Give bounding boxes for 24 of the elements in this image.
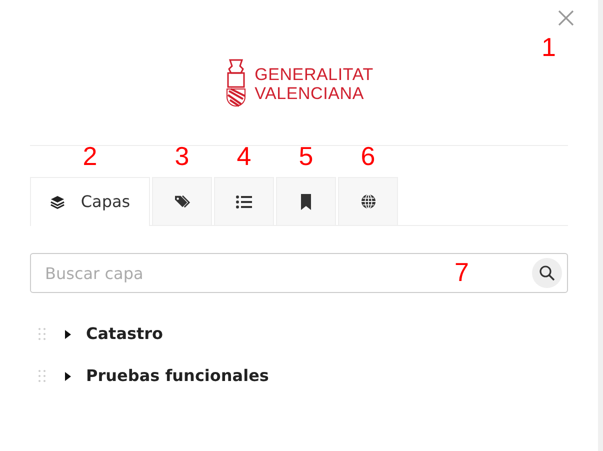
globe-icon: [360, 194, 376, 209]
annotation-number: 5: [298, 143, 314, 169]
annotation-number: 4: [236, 143, 252, 169]
drag-handle-icon[interactable]: [38, 369, 46, 383]
annotation-number: 3: [174, 143, 190, 169]
layers-icon: [50, 194, 65, 210]
annotation-number: 1: [542, 34, 556, 60]
annotation-number: 6: [360, 143, 376, 169]
caret-icon[interactable]: [64, 330, 72, 338]
annotation-number: 7: [454, 259, 469, 285]
search-button[interactable]: [532, 258, 562, 288]
annotation-number: 2: [82, 143, 98, 169]
layer-name[interactable]: Catastro: [86, 322, 164, 346]
drag-handle-icon[interactable]: [38, 327, 46, 341]
logo-text: GENERALITAT: [254, 65, 374, 84]
tags-icon: [174, 194, 190, 209]
logo-text: VALENCIANA: [254, 84, 366, 103]
bookmark-icon: [300, 194, 312, 210]
close-button[interactable]: [556, 8, 576, 28]
list-icon: [236, 194, 252, 208]
layer-name[interactable]: Pruebas funcionales: [86, 364, 269, 388]
caret-icon[interactable]: [64, 372, 72, 380]
search-field[interactable]: Buscar capa 7: [30, 253, 568, 293]
search-icon: [539, 265, 555, 281]
